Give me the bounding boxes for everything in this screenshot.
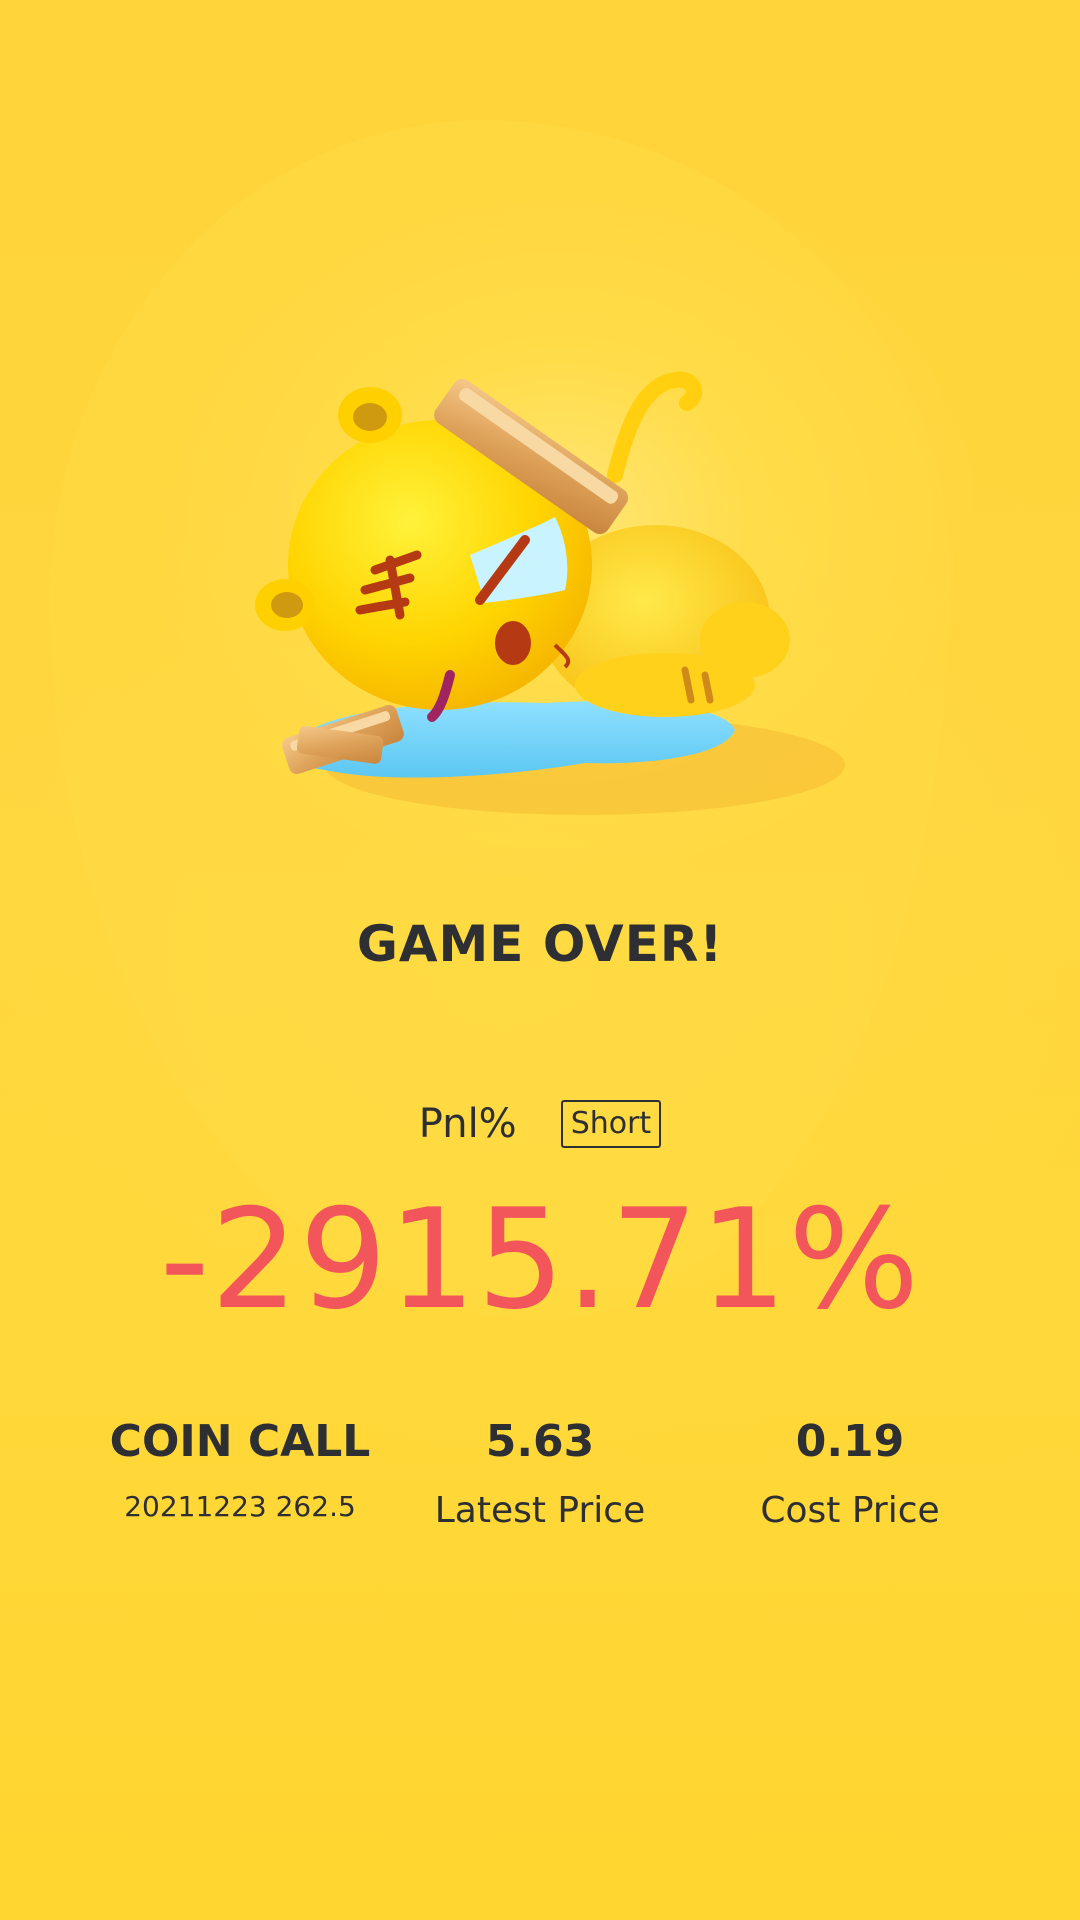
instrument-stat: COIN CALL 20211223 262.5 (100, 1412, 380, 1530)
latest-price-value: 5.63 (485, 1416, 595, 1467)
cost-price-stat: 0.19 Cost Price (710, 1412, 990, 1534)
latest-price-stat: 5.63 Latest Price (400, 1412, 680, 1534)
pnl-header: Pnl% Short (0, 1100, 1080, 1148)
pnl-value: -2915.71% (159, 1179, 921, 1340)
cost-price-label: Cost Price (760, 1490, 940, 1531)
instrument-detail: 20211223 262.5 (124, 1490, 356, 1523)
pnl-label: Pnl% (418, 1101, 517, 1147)
position-side-badge: Short (560, 1100, 662, 1148)
game-over-title: GAME OVER! (356, 915, 724, 973)
knocked-out-tiger-illustration (255, 345, 885, 865)
cost-price-value: 0.19 (795, 1416, 905, 1467)
instrument-name: COIN CALL (109, 1416, 371, 1467)
latest-price-label: Latest Price (434, 1490, 646, 1531)
